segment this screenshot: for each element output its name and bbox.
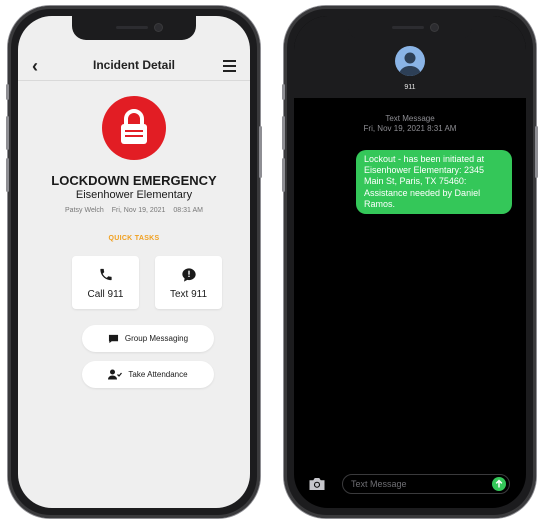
person-avatar-icon[interactable] [395, 46, 425, 76]
group-messaging-button[interactable]: Group Messaging [82, 325, 214, 352]
take-attendance-label: Take Attendance [128, 370, 188, 379]
emergency-title: LOCKDOWN EMERGENCY [51, 173, 217, 188]
hamburger-menu-icon[interactable] [223, 60, 236, 75]
message-input[interactable] [351, 477, 481, 491]
reporter-name: Patsy Welch [65, 207, 104, 214]
volume-down-button [6, 158, 9, 192]
user-check-icon [108, 369, 123, 380]
school-name: Eisenhower Elementary [75, 189, 193, 201]
volume-up-button [6, 116, 9, 150]
power-button [259, 126, 262, 178]
notch [348, 16, 472, 40]
incident-time: 08:31 AM [173, 207, 203, 214]
incident-meta: Patsy Welch Fri, Nov 19, 2021 08:31 AM [18, 207, 250, 214]
sent-message-bubble: Lockout - has been initiated at Eisenhow… [356, 150, 512, 215]
notch [72, 16, 196, 40]
phone-incident-detail: ‹ Incident Detail LOCKDOWN EMERGENCY Eis… [6, 6, 262, 518]
chat-icon [108, 334, 119, 344]
message-alert-icon [181, 267, 197, 288]
volume-up-button [282, 116, 285, 150]
phone-icon [98, 267, 113, 287]
camera-icon[interactable] [308, 477, 326, 496]
phone-messages: 911 Text Message Fri, Nov 19, 2021 8:31 … [282, 6, 538, 518]
messages-screen: 911 Text Message Fri, Nov 19, 2021 8:31 … [294, 16, 526, 508]
thread-timestamp-group: Text Message Fri, Nov 19, 2021 8:31 AM [294, 114, 526, 134]
message-input-bar [294, 474, 526, 498]
incident-date: Fri, Nov 19, 2021 [111, 207, 166, 214]
status-badge [102, 96, 166, 160]
group-messaging-label: Group Messaging [124, 334, 189, 343]
thread-timestamp: Fri, Nov 19, 2021 8:31 AM [363, 124, 457, 133]
message-field[interactable] [342, 474, 510, 494]
text-911-button[interactable]: Text 911 [155, 256, 222, 309]
text-911-label: Text 911 [169, 289, 208, 300]
thread-type: Text Message [385, 114, 435, 123]
volume-down-button [282, 158, 285, 192]
quick-tasks-heading: QUICK TASKS [108, 235, 160, 242]
page-title: Incident Detail [92, 58, 175, 72]
mute-switch [282, 84, 285, 100]
nav-bar: ‹ Incident Detail [18, 54, 250, 78]
incident-screen: ‹ Incident Detail LOCKDOWN EMERGENCY Eis… [18, 16, 250, 508]
arrow-up-icon[interactable] [492, 477, 506, 491]
contact-name: 911 [404, 84, 416, 91]
lock-icon [121, 109, 147, 144]
mute-switch [6, 84, 9, 100]
call-911-label: Call 911 [87, 289, 124, 300]
take-attendance-button[interactable]: Take Attendance [82, 361, 214, 388]
divider [18, 80, 250, 81]
power-button [535, 126, 538, 178]
call-911-button[interactable]: Call 911 [72, 256, 139, 309]
